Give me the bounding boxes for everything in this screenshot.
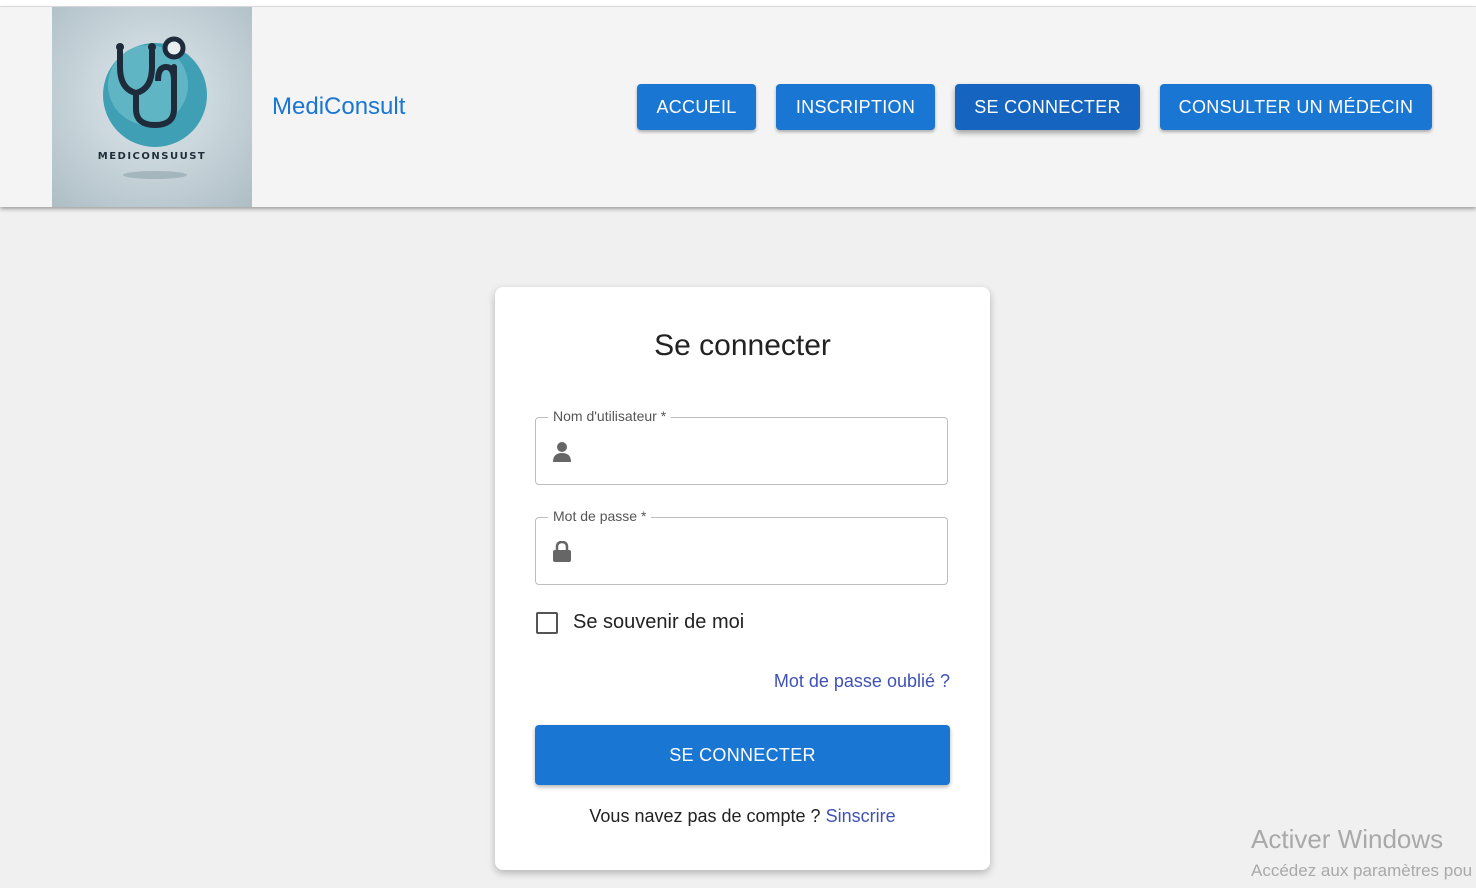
password-label: Mot de passe *: [548, 508, 652, 524]
mediconsult-logo[interactable]: MEDICONSUUST: [52, 7, 252, 207]
nav-se-connecter-button[interactable]: SE CONNECTER: [955, 84, 1140, 130]
password-field[interactable]: Mot de passe *: [535, 508, 948, 585]
stethoscope-logo-icon: [103, 36, 207, 179]
username-input[interactable]: [584, 428, 938, 476]
no-account-text: Vous navez pas de compte ?: [589, 806, 821, 826]
nav-accueil-button[interactable]: ACCUEIL: [637, 84, 756, 130]
brand-name[interactable]: MediConsult: [272, 93, 405, 121]
login-submit-button[interactable]: SE CONNECTER: [535, 725, 950, 785]
username-label: Nom d'utilisateur *: [548, 408, 672, 424]
lock-icon: [552, 540, 572, 568]
app-header: MEDICONSUUST MediConsult ACCUEIL INSCRIP…: [0, 7, 1476, 207]
watermark-subtitle: Accédez aux paramètres pou: [1251, 861, 1473, 880]
windows-activation-watermark: Activer Windows Accédez aux paramètres p…: [1251, 824, 1472, 881]
password-input[interactable]: [584, 528, 938, 576]
forgot-password-link[interactable]: Mot de passe oublié ?: [774, 671, 950, 692]
browser-top-edge: [0, 0, 1476, 7]
nav-consulter-medecin-button[interactable]: CONSULTER UN MÉDECIN: [1160, 84, 1432, 130]
signup-prompt: Vous navez pas de compte ? Sinscrire: [495, 806, 990, 827]
remember-me-checkbox[interactable]: [536, 612, 558, 634]
signup-link[interactable]: Sinscrire: [826, 806, 896, 826]
login-card: Se connecter Nom d'utilisateur * Mot de …: [495, 287, 990, 870]
logo-wordmark: MEDICONSUUST: [97, 151, 207, 162]
nav-inscription-button[interactable]: INSCRIPTION: [776, 84, 935, 130]
watermark-title: Activer Windows: [1251, 824, 1444, 854]
login-title: Se connecter: [654, 329, 831, 362]
remember-me-label[interactable]: Se souvenir de moi: [573, 611, 744, 634]
user-icon: [552, 441, 572, 468]
username-field[interactable]: Nom d'utilisateur *: [535, 408, 948, 485]
